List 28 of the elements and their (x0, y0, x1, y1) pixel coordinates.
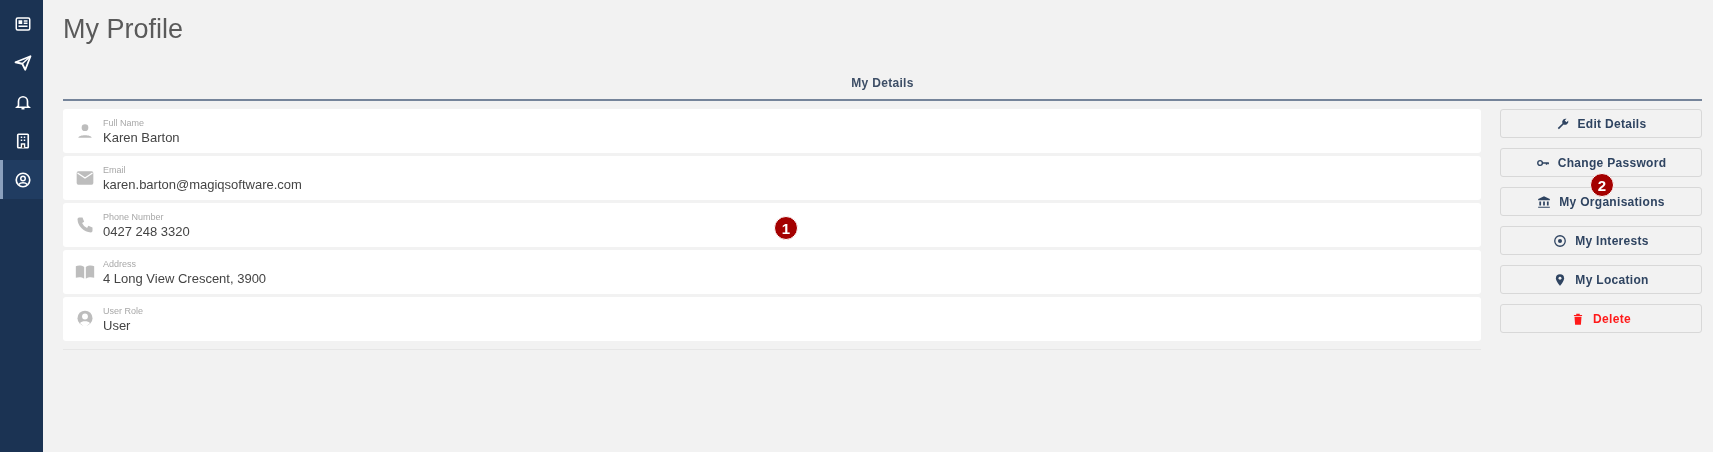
action-button[interactable]: My Interests (1500, 226, 1702, 255)
news-icon (14, 14, 32, 33)
target-icon (1553, 233, 1568, 248)
action-button[interactable]: Change Password (1500, 148, 1702, 177)
user-circle-icon (75, 309, 95, 329)
tab[interactable]: My Details (63, 69, 1702, 99)
action-button[interactable]: Edit Details (1500, 109, 1702, 138)
field-value: 4 Long View Crescent, 3900 (103, 269, 267, 287)
field-label: User Role (103, 304, 143, 317)
wrench-icon (1555, 116, 1570, 131)
action-button[interactable]: My Location (1500, 265, 1702, 294)
field-label: Phone Number (103, 210, 164, 223)
sidebar-item[interactable] (0, 160, 43, 199)
field-label: Address (103, 257, 137, 270)
page-title: My Profile (63, 14, 184, 46)
field-value: Karen Barton (103, 128, 180, 146)
field-label: Email (103, 163, 126, 176)
field-value: karen.barton@magiqsoftware.com (103, 175, 302, 193)
account-icon (14, 170, 32, 189)
mail-icon (75, 168, 95, 188)
phone-icon (75, 215, 95, 235)
field-value: 0427 248 3320 (103, 222, 190, 240)
building-icon (14, 131, 32, 150)
field-label: Full Name (103, 116, 144, 129)
field-value: User (103, 316, 131, 334)
person-icon (75, 121, 95, 141)
bank-icon (1537, 194, 1552, 209)
paper-plane-icon (14, 53, 32, 72)
